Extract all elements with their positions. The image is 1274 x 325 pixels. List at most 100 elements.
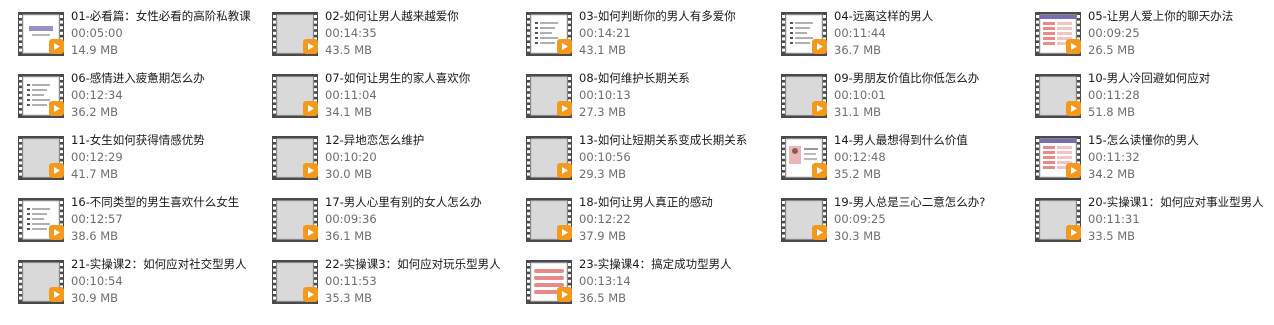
file-duration: 00:11:31 xyxy=(1088,212,1140,226)
video-thumbnail xyxy=(1035,12,1081,56)
file-name: 06-感情进入疲惫期怎么办 xyxy=(71,71,205,85)
video-file-tile[interactable]: 20-实操课1：如何应对事业型男人 00:11:31 33.5 MB xyxy=(1035,195,1274,253)
video-file-tile[interactable]: 19-男人总是三心二意怎么办? 00:09:25 30.3 MB xyxy=(781,195,1031,253)
file-size: 51.8 MB xyxy=(1088,105,1136,119)
video-file-tile[interactable]: 01-必看篇：女性必看的高阶私教课 00:05:00 14.9 MB xyxy=(18,9,268,67)
file-size: 33.5 MB xyxy=(1088,229,1136,243)
file-size: 31.1 MB xyxy=(834,105,882,119)
file-info: 01-必看篇：女性必看的高阶私教课 00:05:00 14.9 MB xyxy=(71,9,267,60)
video-file-tile[interactable]: 08-如何维护长期关系 00:10:13 27.3 MB xyxy=(526,71,776,129)
file-name: 23-实操课4：搞定成功型男人 xyxy=(579,257,732,271)
video-thumbnail xyxy=(526,74,572,118)
file-duration: 00:14:35 xyxy=(325,26,377,40)
video-thumbnail xyxy=(781,12,827,56)
film-strip-icon xyxy=(781,74,827,118)
file-duration: 00:11:04 xyxy=(325,88,377,102)
video-thumbnail xyxy=(18,198,64,242)
file-info: 20-实操课1：如何应对事业型男人 00:11:31 33.5 MB xyxy=(1088,195,1274,246)
video-thumbnail xyxy=(272,198,318,242)
file-size: 41.7 MB xyxy=(71,167,119,181)
video-thumbnail xyxy=(781,74,827,118)
video-thumbnail xyxy=(526,136,572,180)
film-strip-icon xyxy=(272,74,318,118)
file-name: 17-男人心里有别的女人怎么办 xyxy=(325,195,482,209)
file-info: 04-远离这样的男人 00:11:44 36.7 MB xyxy=(834,9,1030,60)
film-strip-icon xyxy=(526,74,572,118)
video-file-tile[interactable]: 05-让男人爱上你的聊天办法 00:09:25 26.5 MB xyxy=(1035,9,1274,67)
film-strip-icon xyxy=(272,12,318,56)
file-info: 13-如何让短期关系变成长期关系 00:10:56 29.3 MB xyxy=(579,133,775,184)
file-duration: 00:11:44 xyxy=(834,26,886,40)
file-info: 05-让男人爱上你的聊天办法 00:09:25 26.5 MB xyxy=(1088,9,1274,60)
file-name: 10-男人冷回避如何应对 xyxy=(1088,71,1211,85)
film-strip-icon xyxy=(18,136,64,180)
video-thumbnail xyxy=(1035,136,1081,180)
file-duration: 00:10:56 xyxy=(579,150,631,164)
film-strip-icon xyxy=(1035,12,1081,56)
video-file-tile[interactable]: 15-怎么读懂你的男人 00:11:32 34.2 MB xyxy=(1035,133,1274,191)
file-duration: 00:11:32 xyxy=(1088,150,1140,164)
file-name: 22-实操课3：如何应对玩乐型男人 xyxy=(325,257,501,271)
film-strip-icon xyxy=(1035,74,1081,118)
video-file-tile[interactable]: 21-实操课2：如何应对社交型男人 00:10:54 30.9 MB xyxy=(18,257,268,315)
video-file-tile[interactable]: 02-如何让男人越来越爱你 00:14:35 43.5 MB xyxy=(272,9,522,67)
file-size: 29.3 MB xyxy=(579,167,627,181)
file-name: 14-男人最想得到什么价值 xyxy=(834,133,968,147)
video-thumbnail xyxy=(18,136,64,180)
film-strip-icon xyxy=(1035,198,1081,242)
file-size: 30.0 MB xyxy=(325,167,373,181)
video-file-tile[interactable]: 10-男人冷回避如何应对 00:11:28 51.8 MB xyxy=(1035,71,1274,129)
file-info: 15-怎么读懂你的男人 00:11:32 34.2 MB xyxy=(1088,133,1274,184)
video-thumbnail xyxy=(272,74,318,118)
file-duration: 00:10:20 xyxy=(325,150,377,164)
file-name: 02-如何让男人越来越爱你 xyxy=(325,9,459,23)
video-file-tile[interactable]: 18-如何让男人真正的感动 00:12:22 37.9 MB xyxy=(526,195,776,253)
video-file-tile[interactable]: 13-如何让短期关系变成长期关系 00:10:56 29.3 MB xyxy=(526,133,776,191)
video-file-tile[interactable]: 06-感情进入疲惫期怎么办 00:12:34 36.2 MB xyxy=(18,71,268,129)
video-file-tile[interactable]: 17-男人心里有别的女人怎么办 00:09:36 36.1 MB xyxy=(272,195,522,253)
file-info: 07-如何让男生的家人喜欢你 00:11:04 34.1 MB xyxy=(325,71,521,122)
file-size: 34.2 MB xyxy=(1088,167,1136,181)
video-thumbnail xyxy=(272,136,318,180)
file-size: 36.5 MB xyxy=(579,291,627,305)
file-info: 03-如何判断你的男人有多爱你 00:14:21 43.1 MB xyxy=(579,9,775,60)
video-thumbnail xyxy=(272,12,318,56)
video-file-tile[interactable]: 12-异地恋怎么维护 00:10:20 30.0 MB xyxy=(272,133,522,191)
file-info: 02-如何让男人越来越爱你 00:14:35 43.5 MB xyxy=(325,9,521,60)
file-name: 20-实操课1：如何应对事业型男人 xyxy=(1088,195,1264,209)
file-info: 06-感情进入疲惫期怎么办 00:12:34 36.2 MB xyxy=(71,71,267,122)
file-info: 14-男人最想得到什么价值 00:12:48 35.2 MB xyxy=(834,133,1030,184)
file-size: 43.5 MB xyxy=(325,43,373,57)
film-strip-icon xyxy=(526,260,572,304)
video-file-tile[interactable]: 09-男朋友价值比你低怎么办 00:10:01 31.1 MB xyxy=(781,71,1031,129)
video-file-tile[interactable]: 16-不同类型的男生喜欢什么女生 00:12:57 38.6 MB xyxy=(18,195,268,253)
file-name: 21-实操课2：如何应对社交型男人 xyxy=(71,257,247,271)
file-duration: 00:11:53 xyxy=(325,274,377,288)
file-duration: 00:09:25 xyxy=(834,212,886,226)
file-name: 08-如何维护长期关系 xyxy=(579,71,690,85)
file-size: 37.9 MB xyxy=(579,229,627,243)
file-name: 11-女生如何获得情感优势 xyxy=(71,133,205,147)
video-file-tile[interactable]: 14-男人最想得到什么价值 00:12:48 35.2 MB xyxy=(781,133,1031,191)
file-name: 18-如何让男人真正的感动 xyxy=(579,195,713,209)
video-file-tile[interactable]: 22-实操课3：如何应对玩乐型男人 00:11:53 35.3 MB xyxy=(272,257,522,315)
film-strip-icon xyxy=(272,260,318,304)
film-strip-icon xyxy=(18,74,64,118)
video-file-tile[interactable]: 07-如何让男生的家人喜欢你 00:11:04 34.1 MB xyxy=(272,71,522,129)
video-file-tile[interactable]: 03-如何判断你的男人有多爱你 00:14:21 43.1 MB xyxy=(526,9,776,67)
film-strip-icon xyxy=(18,198,64,242)
file-duration: 00:09:36 xyxy=(325,212,377,226)
video-thumbnail xyxy=(526,12,572,56)
file-info: 22-实操课3：如何应对玩乐型男人 00:11:53 35.3 MB xyxy=(325,257,521,308)
video-file-tile[interactable]: 11-女生如何获得情感优势 00:12:29 41.7 MB xyxy=(18,133,268,191)
file-duration: 00:10:01 xyxy=(834,88,886,102)
video-file-tile[interactable]: 04-远离这样的男人 00:11:44 36.7 MB xyxy=(781,9,1031,67)
film-strip-icon xyxy=(781,12,827,56)
file-name: 19-男人总是三心二意怎么办? xyxy=(834,195,986,209)
file-size: 34.1 MB xyxy=(325,105,373,119)
file-size: 26.5 MB xyxy=(1088,43,1136,57)
file-info: 23-实操课4：搞定成功型男人 00:13:14 36.5 MB xyxy=(579,257,775,308)
video-thumbnail xyxy=(18,74,64,118)
video-file-tile[interactable]: 23-实操课4：搞定成功型男人 00:13:14 36.5 MB xyxy=(526,257,776,315)
file-duration: 00:11:28 xyxy=(1088,88,1140,102)
